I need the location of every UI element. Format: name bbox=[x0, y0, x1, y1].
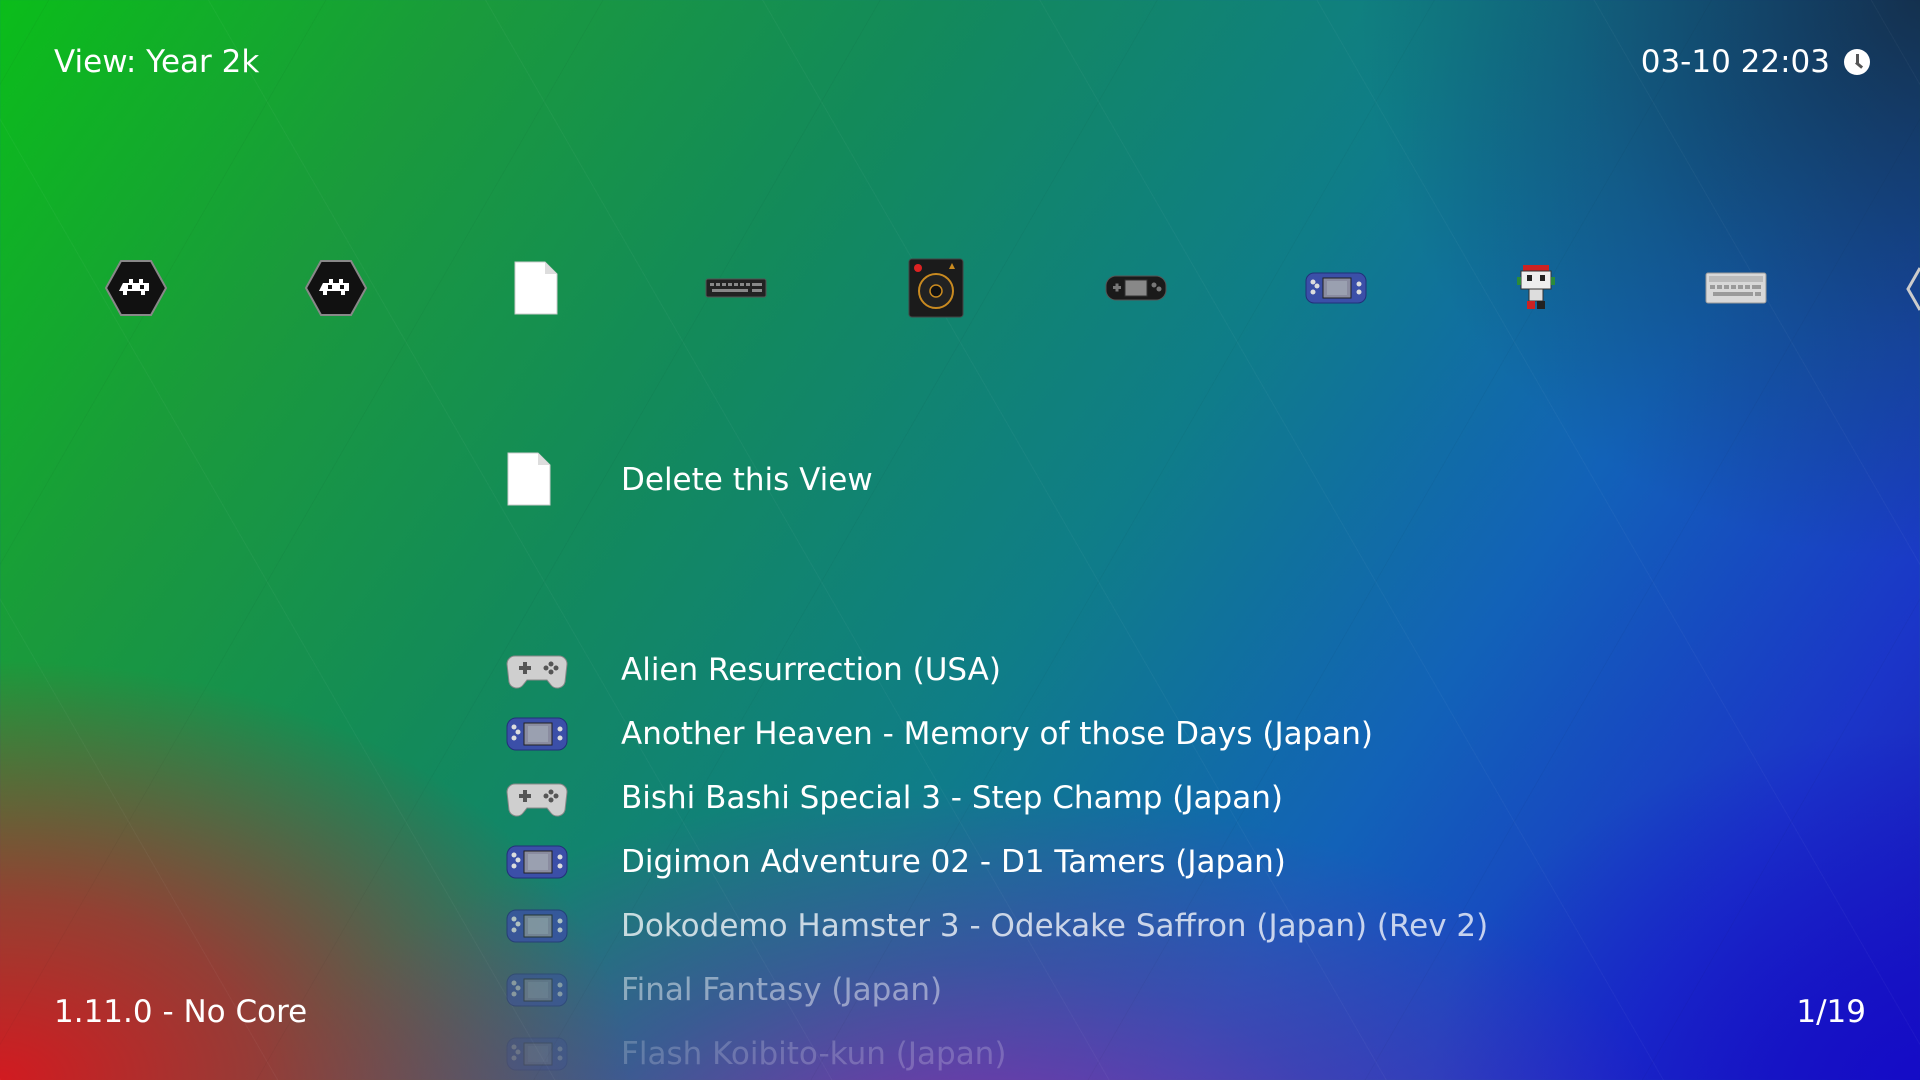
list-item[interactable]: Bishi Bashi Special 3 - Step Champ (Japa… bbox=[505, 768, 1705, 828]
list-item[interactable]: Another Heaven - Memory of those Days (J… bbox=[505, 704, 1705, 764]
list-item[interactable]: Dokodemo Hamster 3 - Odekake Saffron (Ja… bbox=[505, 896, 1705, 956]
file-icon bbox=[514, 261, 558, 315]
clock: 03-10 22:03 bbox=[1641, 44, 1870, 80]
tab-computer[interactable] bbox=[704, 258, 768, 318]
wonderswan-icon bbox=[506, 973, 568, 1007]
list-item[interactable]: Alien Resurrection (USA) bbox=[505, 640, 1705, 700]
list-item-label: Digimon Adventure 02 - D1 Tamers (Japan) bbox=[621, 844, 1286, 880]
computer-keyboard-icon bbox=[1705, 272, 1767, 304]
menu-entry-label: Delete this View bbox=[621, 462, 873, 498]
list-item[interactable]: Final Fantasy (Japan) bbox=[505, 960, 1705, 1020]
tab-views[interactable] bbox=[504, 258, 568, 318]
tab-wonderswan[interactable] bbox=[1304, 258, 1368, 318]
tab-disc-console[interactable] bbox=[904, 258, 968, 318]
gamepad-icon bbox=[506, 783, 568, 817]
retroarch-main-icon bbox=[105, 260, 167, 316]
tab-character[interactable] bbox=[1504, 258, 1568, 318]
tab-handheld[interactable] bbox=[1104, 258, 1168, 318]
list-item[interactable]: Flash Koibito-kun (Japan) bbox=[505, 1024, 1705, 1080]
handheld-console-icon bbox=[1105, 275, 1167, 301]
gamepad-icon bbox=[506, 655, 568, 689]
wonderswan-icon bbox=[506, 909, 568, 943]
list-item-label: Dokodemo Hamster 3 - Odekake Saffron (Ja… bbox=[621, 908, 1489, 944]
list-item-label: Another Heaven - Memory of those Days (J… bbox=[621, 716, 1374, 752]
list-item-label: Alien Resurrection (USA) bbox=[621, 652, 1001, 688]
wonderswan-icon bbox=[506, 1037, 568, 1071]
item-position-counter: 1/19 bbox=[1796, 994, 1866, 1030]
scroll-right-arrow-icon bbox=[1906, 267, 1920, 311]
tab-settings[interactable] bbox=[304, 258, 368, 318]
wonderswan-icon bbox=[506, 845, 568, 879]
page-title: View: Year 2k bbox=[54, 44, 260, 80]
list-item-label: Bishi Bashi Special 3 - Step Champ (Japa… bbox=[621, 780, 1283, 816]
list-item[interactable]: Digimon Adventure 02 - D1 Tamers (Japan) bbox=[505, 832, 1705, 892]
tab-computer-2[interactable] bbox=[1704, 258, 1768, 318]
wonderswan-icon bbox=[1305, 272, 1367, 304]
wonderswan-icon bbox=[506, 717, 568, 751]
file-icon bbox=[507, 452, 551, 506]
list-item-label: Flash Koibito-kun (Japan) bbox=[621, 1036, 1007, 1072]
menu-entry-delete-view[interactable]: Delete this View bbox=[505, 450, 873, 508]
disc-console-icon bbox=[908, 258, 964, 318]
keyboard-computer-icon bbox=[705, 278, 767, 298]
list-item-label: Final Fantasy (Japan) bbox=[621, 972, 943, 1008]
tab-main-menu[interactable] bbox=[104, 258, 168, 318]
version-text: 1.11.0 - No Core bbox=[54, 994, 308, 1030]
category-tab-bar bbox=[0, 258, 1920, 318]
clock-icon bbox=[1844, 49, 1870, 75]
character-sprite-icon bbox=[1517, 265, 1555, 309]
datetime-text: 03-10 22:03 bbox=[1640, 44, 1830, 80]
retroarch-settings-icon bbox=[305, 260, 367, 316]
